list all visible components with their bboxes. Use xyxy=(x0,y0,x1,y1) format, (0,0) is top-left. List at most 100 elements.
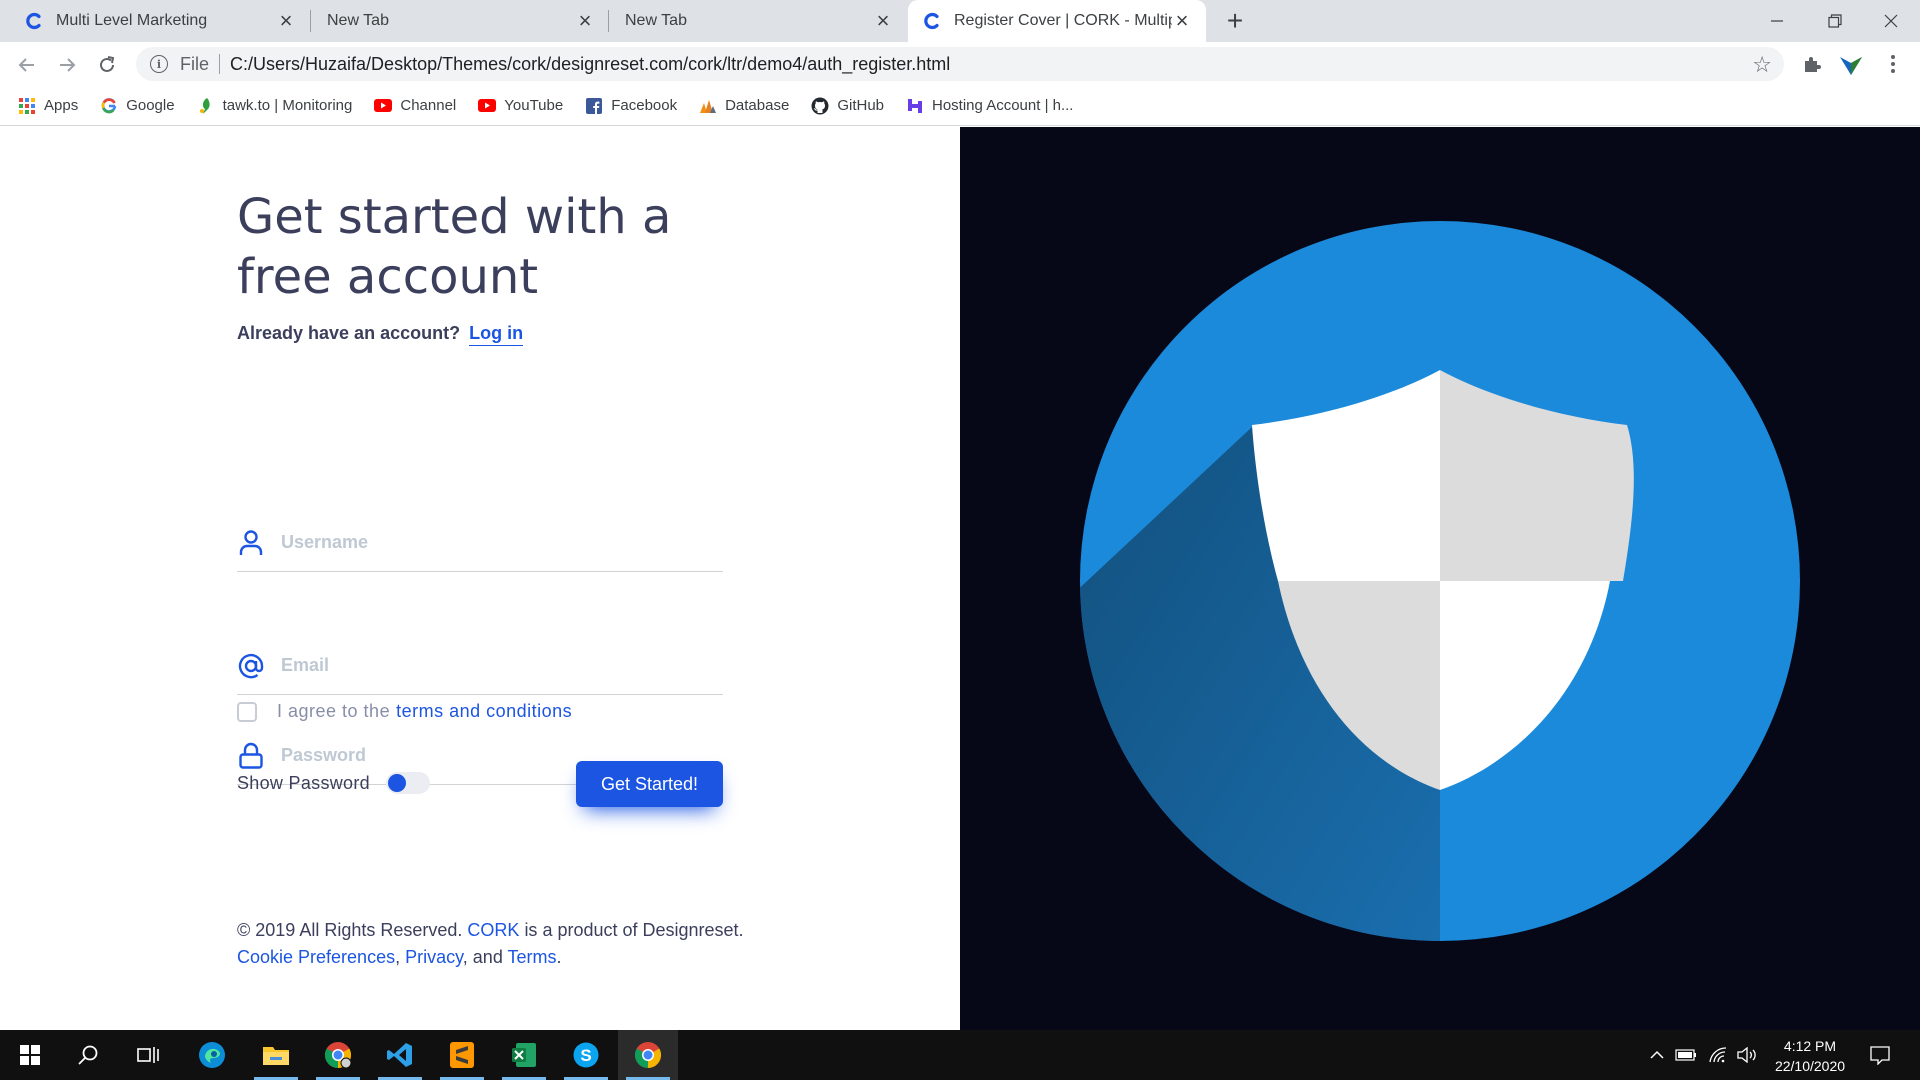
bookmark-label: Apps xyxy=(44,97,79,114)
edge-browser-icon[interactable] xyxy=(182,1030,242,1080)
cork-favicon-icon xyxy=(24,11,44,31)
footer-privacy-link[interactable]: Privacy xyxy=(405,947,463,967)
github-icon xyxy=(811,97,829,115)
battery-icon[interactable] xyxy=(1672,1030,1700,1080)
task-view-icon[interactable] xyxy=(118,1030,178,1080)
tab-title: Multi Level Marketing xyxy=(56,12,208,29)
login-link[interactable]: Log in xyxy=(469,323,524,346)
username-input[interactable] xyxy=(281,532,701,553)
back-arrow-icon[interactable] xyxy=(12,50,42,80)
windows-start-icon[interactable] xyxy=(0,1030,60,1080)
email-input[interactable] xyxy=(281,655,701,676)
tab-close-icon[interactable]: × xyxy=(1172,10,1192,32)
vpn-extension-icon[interactable] xyxy=(1838,51,1864,77)
extensions-puzzle-icon[interactable] xyxy=(1799,51,1825,77)
terms-agreement: I agree to the terms and conditions xyxy=(237,701,572,722)
bookmark-label: tawk.to | Monitoring xyxy=(222,97,353,114)
tab-register-cover[interactable]: Register Cover | CORK - Multipurp × xyxy=(908,0,1206,42)
taskbar-clock[interactable]: 4:12 PM 22/10/2020 xyxy=(1750,1036,1870,1076)
footer-cookie-link[interactable]: Cookie Preferences xyxy=(237,947,395,967)
file-explorer-icon[interactable] xyxy=(246,1030,306,1080)
excel-icon[interactable] xyxy=(494,1030,554,1080)
tab-multi-level-marketing[interactable]: Multi Level Marketing × xyxy=(10,0,310,42)
footer-and-text: , and xyxy=(462,947,503,967)
bookmark-label: Database xyxy=(725,97,790,114)
footer-copyright: © 2019 All Rights Reserved. xyxy=(237,920,463,940)
login-prompt: Already have an account? Log in xyxy=(237,323,524,346)
hero-panel xyxy=(960,127,1920,1030)
bookmark-github[interactable]: GitHub xyxy=(811,97,884,115)
restore-icon[interactable] xyxy=(1806,0,1864,42)
vscode-icon[interactable] xyxy=(370,1030,430,1080)
terms-agree-text: I agree to the xyxy=(277,701,391,721)
bookmark-label: Channel xyxy=(400,97,457,114)
bookmark-facebook[interactable]: Facebook xyxy=(585,97,677,115)
window-close-icon[interactable] xyxy=(1862,0,1920,42)
search-icon[interactable] xyxy=(58,1030,118,1080)
windows-taskbar: S 4:12 PM 22/10/2020 xyxy=(0,1030,1920,1080)
tray-chevron-up-icon[interactable] xyxy=(1646,1030,1668,1080)
tab-close-icon[interactable]: × xyxy=(276,10,296,32)
tab-new-tab-1[interactable]: New Tab × xyxy=(311,0,609,42)
tab-strip: Multi Level Marketing × New Tab × New Ta… xyxy=(0,0,1920,42)
bookmark-label: GitHub xyxy=(837,97,884,114)
browser-toolbar: i File C:/Users/Huzaifa/Desktop/Themes/c… xyxy=(0,42,1920,86)
bookmark-database[interactable]: Database xyxy=(699,97,789,115)
at-sign-icon xyxy=(237,652,265,680)
tab-title: New Tab xyxy=(625,12,687,29)
svg-text:S: S xyxy=(580,1046,591,1065)
clock-date: 22/10/2020 xyxy=(1774,1058,1846,1074)
facebook-icon xyxy=(585,97,603,115)
terms-link[interactable]: terms and conditions xyxy=(396,701,572,722)
bookmark-apps[interactable]: Apps xyxy=(18,97,78,115)
youtube-icon xyxy=(374,97,393,115)
bookmark-tawk[interactable]: tawk.to | Monitoring xyxy=(197,97,353,115)
user-icon xyxy=(237,529,265,557)
google-icon xyxy=(100,97,118,115)
tab-close-icon[interactable]: × xyxy=(575,10,595,32)
show-password-toggle[interactable] xyxy=(385,772,430,794)
show-password-label: Show Password xyxy=(237,772,370,793)
terms-checkbox[interactable] xyxy=(237,701,257,722)
footer-product-text: is a product of Designreset. xyxy=(524,920,744,940)
footer-terms-link[interactable]: Terms xyxy=(508,947,557,967)
sublime-text-icon[interactable] xyxy=(432,1030,492,1080)
toggle-knob xyxy=(387,774,406,792)
username-field xyxy=(237,514,723,572)
footer-cork-link[interactable]: CORK xyxy=(467,920,519,940)
show-password-row: Show Password xyxy=(237,772,430,794)
chrome-profile-icon[interactable] xyxy=(308,1030,368,1080)
cork-favicon-icon xyxy=(922,11,942,31)
tab-title: Register Cover | CORK - Multipurp xyxy=(954,12,1172,29)
skype-icon[interactable]: S xyxy=(556,1030,616,1080)
address-scheme: File xyxy=(180,53,210,74)
tab-new-tab-2[interactable]: New Tab × xyxy=(609,0,907,42)
email-field xyxy=(237,637,723,695)
bookmark-star-icon[interactable]: ☆ xyxy=(1752,52,1772,78)
bookmark-label: Facebook xyxy=(611,97,678,114)
bookmarks-bar: Apps Google tawk.to | Monitoring Channel… xyxy=(0,86,1920,126)
menu-kebab-icon[interactable] xyxy=(1880,51,1906,77)
bookmark-label: YouTube xyxy=(504,97,564,114)
bookmark-label: Google xyxy=(126,97,175,114)
address-bar[interactable]: i File C:/Users/Huzaifa/Desktop/Themes/c… xyxy=(136,47,1784,81)
minimize-icon[interactable] xyxy=(1748,0,1806,42)
get-started-button[interactable]: Get Started! xyxy=(576,761,723,807)
bookmark-youtube[interactable]: YouTube xyxy=(478,97,563,115)
chrome-icon[interactable] xyxy=(618,1030,678,1080)
reload-icon[interactable] xyxy=(92,50,122,80)
tab-close-icon[interactable]: × xyxy=(873,10,893,32)
bookmark-hosting[interactable]: Hosting Account | h... xyxy=(906,97,1073,115)
database-icon xyxy=(699,97,717,115)
clock-time: 4:12 PM xyxy=(1783,1038,1837,1054)
address-divider xyxy=(219,54,221,74)
info-icon[interactable]: i xyxy=(150,55,168,73)
forward-arrow-icon[interactable] xyxy=(52,50,82,80)
bookmark-google[interactable]: Google xyxy=(100,97,175,115)
new-tab-button[interactable]: + xyxy=(1220,5,1250,36)
bookmark-channel[interactable]: Channel xyxy=(374,97,456,115)
address-url[interactable]: C:/Users/Huzaifa/Desktop/Themes/cork/des… xyxy=(230,54,950,75)
bookmark-label: Hosting Account | h... xyxy=(932,97,1074,114)
notification-icon[interactable] xyxy=(1862,1030,1898,1080)
wifi-icon[interactable] xyxy=(1704,1030,1732,1080)
